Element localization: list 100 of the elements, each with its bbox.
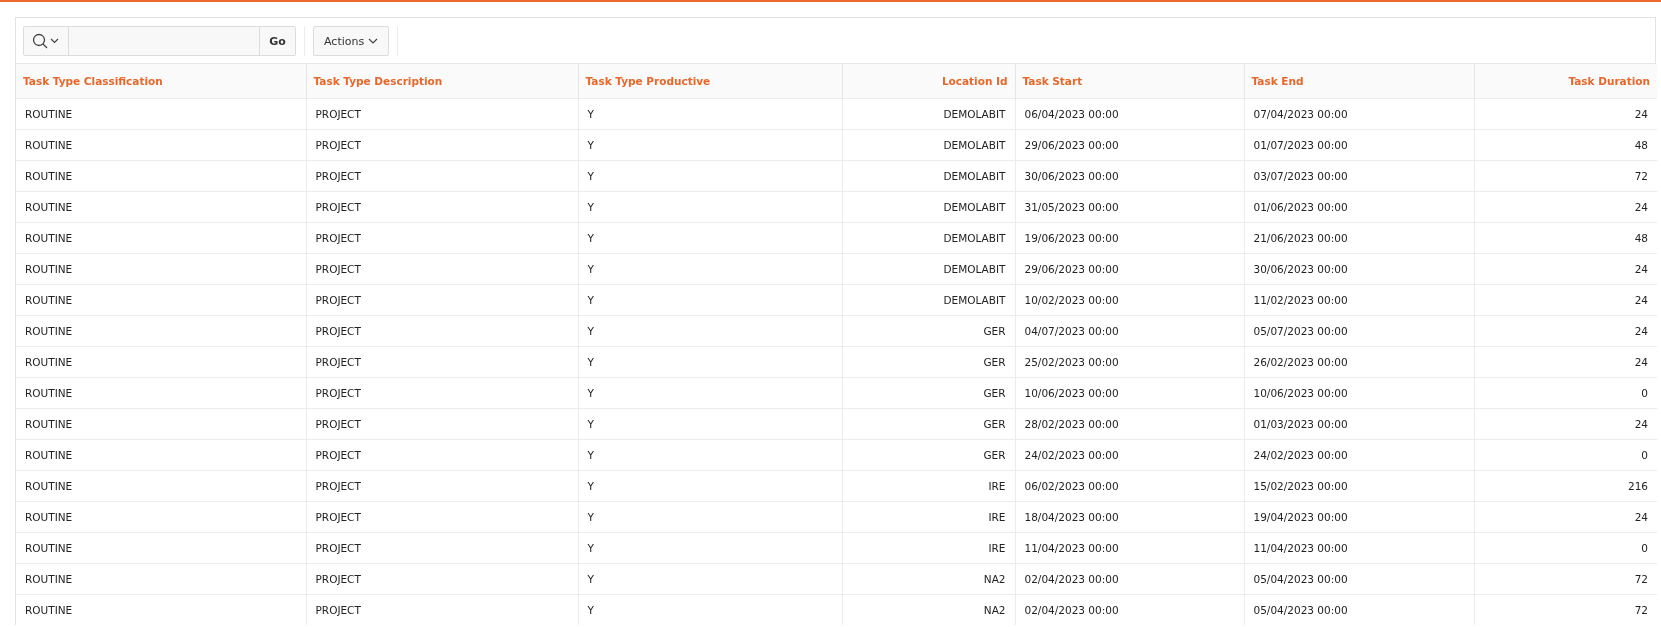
search-column-selector[interactable]: [24, 27, 69, 55]
table-cell: DEMOLABIT: [842, 129, 1015, 161]
table-cell: 29/06/2023 00:00: [1015, 129, 1244, 161]
table-cell: ROUTINE: [16, 439, 306, 471]
table-cell: IRE: [842, 470, 1015, 502]
table-cell: 06/04/2023 00:00: [1015, 98, 1244, 130]
table-cell: Y: [578, 191, 842, 223]
table-cell: Y: [578, 563, 842, 595]
table-cell: 02/04/2023 00:00: [1015, 594, 1244, 625]
table-cell: 31/05/2023 00:00: [1015, 191, 1244, 223]
table-cell: 19/04/2023 00:00: [1244, 501, 1474, 533]
table-cell: Y: [578, 315, 842, 347]
table-cell: PROJECT: [306, 98, 578, 130]
table-cell: GER: [842, 377, 1015, 409]
table-cell: Y: [578, 284, 842, 316]
table-cell: ROUTINE: [16, 253, 306, 285]
table-row[interactable]: ROUTINE PROJECT Y IRE 11/04/2023 00:00 11/04/2023 00:00 0: [16, 532, 1657, 564]
table-cell: PROJECT: [306, 563, 578, 595]
table-row[interactable]: ROUTINE PROJECT Y GER 04/07/2023 00:00 05/07/2023 00:00 24: [16, 315, 1657, 347]
table-cell: ROUTINE: [16, 222, 306, 254]
table-cell: 24: [1474, 501, 1657, 533]
table-cell: 21/06/2023 00:00: [1244, 222, 1474, 254]
table-cell: 216: [1474, 470, 1657, 502]
table-row[interactable]: ROUTINE PROJECT Y GER 24/02/2023 00:00 24/02/2023 00:00 0: [16, 439, 1657, 471]
table-cell: 24/02/2023 00:00: [1015, 439, 1244, 471]
table-row[interactable]: ROUTINE PROJECT Y GER 25/02/2023 00:00 26/02/2023 00:00 24: [16, 346, 1657, 378]
table-cell: 01/03/2023 00:00: [1244, 408, 1474, 440]
table-row[interactable]: ROUTINE PROJECT Y DEMOLABIT 29/06/2023 00:00 30/06/2023 00:00 24: [16, 253, 1657, 285]
table-cell: 28/02/2023 00:00: [1015, 408, 1244, 440]
table-cell: GER: [842, 439, 1015, 471]
table-cell: PROJECT: [306, 594, 578, 625]
table-row[interactable]: ROUTINE PROJECT Y NA2 02/04/2023 00:00 05/04/2023 00:00 72: [16, 594, 1657, 625]
table-cell: 19/06/2023 00:00: [1015, 222, 1244, 254]
table-cell: 05/04/2023 00:00: [1244, 594, 1474, 625]
table-cell: 25/02/2023 00:00: [1015, 346, 1244, 378]
table-cell: 15/02/2023 00:00: [1244, 470, 1474, 502]
table-cell: PROJECT: [306, 129, 578, 161]
table-cell: PROJECT: [306, 315, 578, 347]
table-cell: 72: [1474, 563, 1657, 595]
table-row[interactable]: ROUTINE PROJECT Y IRE 06/02/2023 00:00 15/02/2023 00:00 216: [16, 470, 1657, 502]
go-button[interactable]: Go: [259, 27, 295, 55]
table-cell: ROUTINE: [16, 408, 306, 440]
table-cell: ROUTINE: [16, 501, 306, 533]
table-cell: 10/02/2023 00:00: [1015, 284, 1244, 316]
table-cell: Y: [578, 408, 842, 440]
table-cell: Y: [578, 532, 842, 564]
table-cell: 26/02/2023 00:00: [1244, 346, 1474, 378]
table-row[interactable]: ROUTINE PROJECT Y DEMOLABIT 10/02/2023 00:00 11/02/2023 00:00 24: [16, 284, 1657, 316]
table-cell: PROJECT: [306, 408, 578, 440]
table-cell: 04/07/2023 00:00: [1015, 315, 1244, 347]
table-cell: 72: [1474, 160, 1657, 192]
table-row[interactable]: ROUTINE PROJECT Y IRE 18/04/2023 00:00 19/04/2023 00:00 24: [16, 501, 1657, 533]
table-cell: PROJECT: [306, 501, 578, 533]
table-cell: 24: [1474, 346, 1657, 378]
table-cell: IRE: [842, 501, 1015, 533]
table-cell: 0: [1474, 532, 1657, 564]
table-row[interactable]: ROUTINE PROJECT Y GER 28/02/2023 00:00 01/03/2023 00:00 24: [16, 408, 1657, 440]
table-row[interactable]: ROUTINE PROJECT Y DEMOLABIT 06/04/2023 00:00 07/04/2023 00:00 24: [16, 98, 1657, 130]
table-cell: Y: [578, 377, 842, 409]
table-row[interactable]: ROUTINE PROJECT Y DEMOLABIT 29/06/2023 00:00 01/07/2023 00:00 48: [16, 129, 1657, 161]
table-cell: DEMOLABIT: [842, 253, 1015, 285]
table-cell: PROJECT: [306, 191, 578, 223]
table-row[interactable]: ROUTINE PROJECT Y DEMOLABIT 30/06/2023 00:00 03/07/2023 00:00 72: [16, 160, 1657, 192]
table-cell: 24: [1474, 191, 1657, 223]
table-cell: ROUTINE: [16, 532, 306, 564]
table-cell: 24: [1474, 98, 1657, 130]
table-cell: Y: [578, 253, 842, 285]
table-cell: Y: [578, 346, 842, 378]
table-cell: 10/06/2023 00:00: [1015, 377, 1244, 409]
table-cell: PROJECT: [306, 532, 578, 564]
table-cell: PROJECT: [306, 346, 578, 378]
table-cell: PROJECT: [306, 377, 578, 409]
table-cell: Y: [578, 222, 842, 254]
table-cell: Y: [578, 501, 842, 533]
table-cell: 18/04/2023 00:00: [1015, 501, 1244, 533]
table-cell: 72: [1474, 594, 1657, 625]
table-cell: Y: [578, 129, 842, 161]
table-row[interactable]: ROUTINE PROJECT Y DEMOLABIT 31/05/2023 00:00 01/06/2023 00:00 24: [16, 191, 1657, 223]
table-cell: NA2: [842, 594, 1015, 625]
table-cell: 24: [1474, 284, 1657, 316]
table-row[interactable]: ROUTINE PROJECT Y DEMOLABIT 19/06/2023 00:00 21/06/2023 00:00 48: [16, 222, 1657, 254]
table-cell: 48: [1474, 222, 1657, 254]
table-cell: PROJECT: [306, 439, 578, 471]
table-cell: Y: [578, 470, 842, 502]
table-cell: 05/04/2023 00:00: [1244, 563, 1474, 595]
table-cell: PROJECT: [306, 284, 578, 316]
table-cell: PROJECT: [306, 470, 578, 502]
table-cell: ROUTINE: [16, 377, 306, 409]
table-cell: 11/02/2023 00:00: [1244, 284, 1474, 316]
table-cell: 07/04/2023 00:00: [1244, 98, 1474, 130]
table-cell: 0: [1474, 377, 1657, 409]
table-cell: 01/07/2023 00:00: [1244, 129, 1474, 161]
table-cell: ROUTINE: [16, 563, 306, 595]
table-row[interactable]: ROUTINE PROJECT Y NA2 02/04/2023 00:00 05/04/2023 00:00 72: [16, 563, 1657, 595]
table-cell: ROUTINE: [16, 284, 306, 316]
table-row[interactable]: ROUTINE PROJECT Y GER 10/06/2023 00:00 10/06/2023 00:00 0: [16, 377, 1657, 409]
table-cell: GER: [842, 315, 1015, 347]
table-cell: ROUTINE: [16, 129, 306, 161]
actions-button[interactable]: Actions: [313, 26, 390, 56]
table-cell: PROJECT: [306, 222, 578, 254]
